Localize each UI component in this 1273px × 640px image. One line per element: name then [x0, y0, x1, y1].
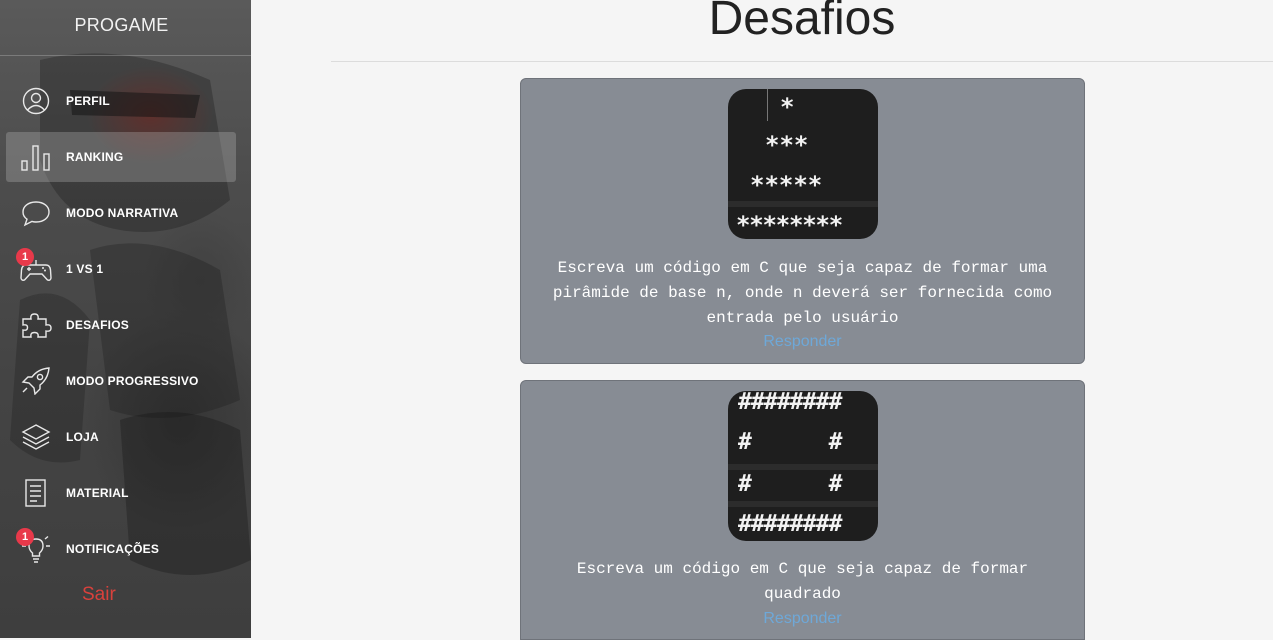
art-line: ******** [736, 211, 843, 239]
document-icon [20, 479, 52, 507]
challenge-thumbnail-square: ######## # # # # ######## [728, 391, 878, 541]
puzzle-icon [20, 311, 52, 339]
sidebar-item-label: MATERIAL [66, 486, 129, 500]
sidebar-item-ranking[interactable]: RANKING [6, 132, 236, 182]
text-cursor [767, 89, 768, 121]
divider [0, 55, 251, 56]
layers-icon [20, 423, 52, 451]
thumbnail-band [728, 464, 878, 470]
bar-chart-icon [20, 143, 52, 171]
art-line: *** [765, 131, 809, 159]
sidebar-item-desafios[interactable]: DESAFIOS [6, 300, 236, 350]
notification-badge: 1 [16, 528, 34, 546]
respond-link[interactable]: Responder [521, 333, 1084, 351]
logout-link[interactable]: Sair [82, 584, 116, 606]
art-line: # # [738, 429, 842, 455]
sidebar-item-label: MODO NARRATIVA [66, 206, 179, 220]
sidebar-item-label: MODO PROGRESSIVO [66, 374, 199, 388]
sidebar-item-modo-progressivo[interactable]: MODO PROGRESSIVO [6, 356, 236, 406]
sidebar-item-label: PERFIL [66, 94, 110, 108]
page-title: Desafios [708, 0, 896, 45]
challenge-thumbnail-pyramid: * *** ***** ******** [728, 89, 878, 239]
sidebar: PROGAME PERFIL RANKING MODO NARRATIVA 1 … [0, 0, 251, 638]
challenge-description: Escreva um código em C que seja capaz de… [552, 259, 1053, 327]
sidebar-item-loja[interactable]: LOJA [6, 412, 236, 462]
thumbnail-band [728, 501, 878, 507]
sidebar-item-label: LOJA [66, 430, 99, 444]
title-divider [331, 61, 1273, 62]
respond-link[interactable]: Responder [521, 610, 1084, 628]
art-line: ######## [738, 391, 842, 415]
art-line: # # [738, 471, 842, 497]
challenge-card: ######## # # # # ######## Escreva um cód… [520, 380, 1085, 640]
notification-badge: 1 [16, 248, 34, 266]
art-line: ######## [738, 511, 842, 537]
brand-logo[interactable]: PROGAME [0, 0, 243, 55]
sidebar-item-1vs1[interactable]: 1 1 VS 1 [6, 244, 236, 294]
challenge-card: * *** ***** ******** Escreva um código e… [520, 78, 1085, 364]
sidebar-item-label: RANKING [66, 150, 124, 164]
art-line: * [780, 93, 795, 121]
chat-bubble-icon [20, 199, 52, 227]
sidebar-item-label: 1 VS 1 [66, 262, 104, 276]
thumbnail-band [728, 201, 878, 207]
rocket-icon [20, 367, 52, 396]
art-line: ***** [750, 171, 823, 199]
sidebar-item-material[interactable]: MATERIAL [6, 468, 236, 518]
sidebar-item-label: NOTIFICAÇÕES [66, 542, 160, 556]
sidebar-item-perfil[interactable]: PERFIL [6, 76, 236, 126]
user-icon [20, 87, 52, 115]
sidebar-item-label: DESAFIOS [66, 318, 129, 332]
sidebar-item-notificacoes[interactable]: 1 NOTIFICAÇÕES [6, 524, 236, 574]
sidebar-item-modo-narrativa[interactable]: MODO NARRATIVA [6, 188, 236, 238]
challenge-description: Escreva um código em C que seja capaz de… [576, 560, 1029, 603]
